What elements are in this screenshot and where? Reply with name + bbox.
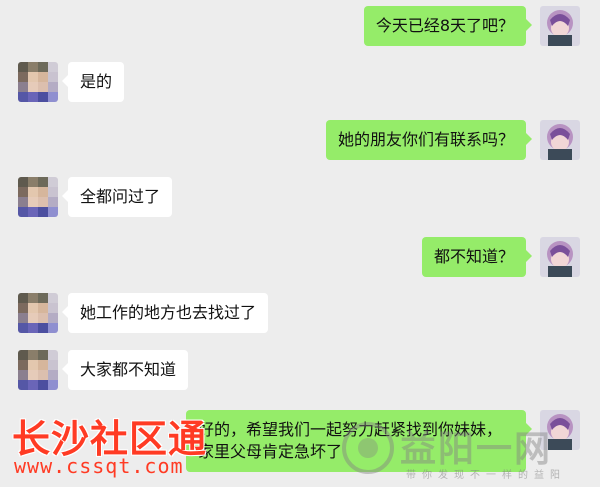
message-bubble-received[interactable]: 大家都不知道 [61, 350, 189, 390]
avatar-contact[interactable] [18, 177, 58, 217]
watermark-logo-icon [342, 422, 394, 474]
message-text: 今天已经8天了吧？ [375, 16, 514, 35]
pixelated-avatar-icon [18, 62, 58, 102]
avatar-self[interactable] [540, 120, 580, 160]
message-bubble-received[interactable]: 全都问过了 [61, 177, 173, 217]
message-bubble-sent[interactable]: 今天已经8天了吧？ [363, 6, 533, 46]
avatar-anime-girl-icon [540, 237, 580, 277]
message-text: 是的 [80, 72, 113, 91]
message-text: 她工作的地方也去找过了 [80, 303, 257, 322]
watermark-yiyang: 益阳一网 带你发现不一样的益阳 [340, 420, 598, 486]
pixelated-avatar-icon [18, 293, 58, 333]
watermark-changsha: 长沙社区通 www.cssqt.com [8, 408, 218, 483]
watermark-title: 益阳一网 [400, 429, 553, 470]
avatar-self[interactable] [540, 237, 580, 277]
pixelated-avatar-icon [18, 350, 58, 390]
avatar-anime-girl-icon [540, 6, 580, 46]
message-bubble-sent[interactable]: 她的朋友你们有联系吗？ [325, 120, 533, 160]
message-text: 大家都不知道 [80, 360, 177, 379]
watermark-subtitle: 带你发现不一样的益阳 [406, 470, 566, 481]
message-bubble-received[interactable]: 她工作的地方也去找过了 [61, 293, 269, 333]
avatar-anime-girl-icon [540, 120, 580, 160]
message-bubble-sent[interactable]: 都不知道？ [421, 237, 533, 277]
pixelated-avatar-icon [18, 177, 58, 217]
avatar-contact[interactable] [18, 350, 58, 390]
watermark-url: www.cssqt.com [14, 454, 184, 478]
message-text: 都不知道？ [433, 247, 514, 266]
avatar-contact[interactable] [18, 62, 58, 102]
message-text: 全都问过了 [80, 187, 161, 206]
avatar-contact[interactable] [18, 293, 58, 333]
message-bubble-received[interactable]: 是的 [61, 62, 125, 102]
avatar-self[interactable] [540, 6, 580, 46]
message-text: 她的朋友你们有联系吗？ [337, 130, 514, 149]
